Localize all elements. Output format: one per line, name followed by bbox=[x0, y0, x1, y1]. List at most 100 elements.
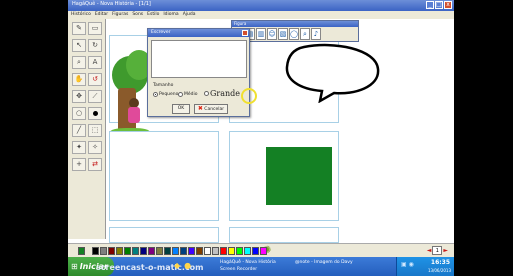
color-swatch[interactable] bbox=[204, 247, 211, 255]
cancel-x-icon: ✖ bbox=[197, 105, 203, 112]
flip-tool-icon[interactable]: ⇄ bbox=[88, 158, 102, 171]
menu-idioma[interactable]: Idioma bbox=[163, 11, 178, 19]
menu-historico[interactable]: Histórico bbox=[71, 11, 91, 19]
write-dialog: Escrever Tamanho Pequeno Médio Grande OK… bbox=[147, 28, 257, 117]
size-radio-large[interactable]: Grande bbox=[204, 89, 240, 98]
task-label: @note - Imagem do Davy bbox=[295, 260, 353, 265]
color-swatch[interactable] bbox=[188, 247, 195, 255]
menu-figuras[interactable]: Figuras bbox=[112, 11, 128, 19]
color-swatch[interactable] bbox=[220, 247, 227, 255]
title-bar: HagáQuê - Nova História - [1/1] _ □ x bbox=[68, 0, 454, 11]
balloon-tool-icon[interactable]: ✋ bbox=[72, 73, 86, 86]
color-swatch[interactable] bbox=[212, 247, 219, 255]
comic-panel[interactable] bbox=[229, 227, 339, 243]
page-number-input[interactable]: 1 bbox=[432, 246, 443, 255]
line-tool-icon[interactable]: ╱ bbox=[72, 124, 86, 137]
folder-icon[interactable]: ◆ bbox=[174, 261, 180, 270]
next-page-icon[interactable]: ► bbox=[443, 247, 448, 254]
window-title: HagáQuê - Nova História - [1/1] bbox=[72, 1, 151, 7]
color-swatch[interactable] bbox=[148, 247, 155, 255]
color-swatch[interactable] bbox=[132, 247, 139, 255]
color-swatch[interactable] bbox=[252, 247, 259, 255]
task-label: HagáQuê - Nova História bbox=[220, 260, 276, 265]
dialog-title-text: Escrever bbox=[151, 30, 171, 35]
size-radio-small[interactable]: Pequeno bbox=[153, 92, 178, 97]
color-swatch[interactable] bbox=[116, 247, 123, 255]
color-swatch[interactable] bbox=[164, 247, 171, 255]
arrow-tool-icon[interactable]: ↖ bbox=[72, 39, 86, 52]
character-icon[interactable]: ☺ bbox=[267, 28, 277, 40]
color-swatch[interactable] bbox=[180, 247, 187, 255]
maximize-button[interactable]: □ bbox=[435, 1, 443, 9]
color-swatch[interactable] bbox=[244, 247, 251, 255]
window-controls: _ □ x bbox=[426, 1, 452, 9]
previous-page-icon[interactable]: ◄ bbox=[427, 247, 432, 254]
dialog-text-input[interactable] bbox=[151, 40, 247, 78]
color-swatch[interactable] bbox=[140, 247, 147, 255]
object-icon[interactable]: ▧ bbox=[278, 28, 288, 40]
color-swatch[interactable] bbox=[196, 247, 203, 255]
eraser-tool-icon[interactable]: ▭ bbox=[88, 22, 102, 35]
rotate-tool-icon[interactable]: ↻ bbox=[88, 39, 102, 52]
network-icon[interactable]: ▣ bbox=[401, 261, 407, 268]
windows-flag-icon: ⊞ bbox=[71, 262, 78, 271]
select-tool-icon[interactable]: ⬚ bbox=[88, 124, 102, 137]
menu-sons[interactable]: Sons bbox=[132, 11, 143, 19]
text-tool-icon[interactable]: A bbox=[88, 56, 102, 69]
balloon-icon[interactable]: ◯ bbox=[289, 28, 299, 40]
menu-estilo[interactable]: Estilo bbox=[147, 11, 159, 19]
comic-panel[interactable] bbox=[109, 227, 219, 243]
color-swatch[interactable] bbox=[172, 247, 179, 255]
cancel-label: Cancelar bbox=[204, 107, 225, 112]
click-highlight-ring bbox=[241, 88, 257, 104]
lens-icon[interactable]: ⌕ bbox=[300, 28, 310, 40]
browser-icon[interactable]: ● bbox=[184, 261, 191, 270]
close-button[interactable]: x bbox=[444, 1, 452, 9]
cancel-button[interactable]: ✖ Cancelar bbox=[194, 104, 228, 114]
radio-circle[interactable] bbox=[204, 91, 209, 96]
picker-tool-icon[interactable]: ✦ bbox=[72, 141, 86, 154]
color-swatch[interactable] bbox=[236, 247, 243, 255]
scene-icon[interactable]: ▥ bbox=[256, 28, 266, 40]
radio-circle[interactable] bbox=[178, 92, 183, 97]
circle-tool-icon[interactable]: ○ bbox=[72, 107, 86, 120]
menu-bar: Histórico Editar Figuras Sons Estilo Idi… bbox=[68, 11, 454, 19]
menu-editar[interactable]: Editar bbox=[95, 11, 108, 19]
current-color-swatch[interactable] bbox=[78, 247, 85, 255]
comic-panel[interactable] bbox=[109, 131, 219, 221]
green-rectangle[interactable] bbox=[266, 147, 332, 205]
color-swatch[interactable] bbox=[108, 247, 115, 255]
brush-tool-icon[interactable]: ⟋ bbox=[88, 90, 102, 103]
menu-ajuda[interactable]: Ajuda bbox=[183, 11, 196, 19]
color-swatch[interactable] bbox=[156, 247, 163, 255]
radio-label: Pequeno bbox=[159, 92, 179, 97]
move-tool-icon[interactable]: ✥ bbox=[72, 90, 86, 103]
fill-tool-icon[interactable] bbox=[88, 107, 102, 120]
tool-panel: ✎ ▭ ↖ ↻ ⌕ A ✋ ↺ ✥ ⟋ ○ ╱ ⬚ ✦ ✧ + ⇄ bbox=[68, 19, 106, 239]
girl-figure-body bbox=[128, 107, 140, 123]
minimize-button[interactable]: _ bbox=[426, 1, 434, 9]
ok-button[interactable]: OK bbox=[172, 104, 190, 114]
size-label: Tamanho bbox=[153, 83, 174, 88]
size-radio-medium[interactable]: Médio bbox=[178, 92, 198, 97]
color-swatch[interactable] bbox=[228, 247, 235, 255]
volume-icon[interactable]: ◉ bbox=[409, 261, 414, 268]
color-swatch[interactable] bbox=[100, 247, 107, 255]
task-image[interactable]: @note - Imagem do Davy bbox=[293, 259, 363, 274]
add-panel-tool-icon[interactable]: + bbox=[72, 158, 86, 171]
pencil-tool-icon[interactable]: ✎ bbox=[72, 22, 86, 35]
task-hagaque[interactable]: HagáQuê - Nova História Screen Recorder bbox=[218, 259, 290, 274]
dialog-close-button[interactable] bbox=[242, 30, 248, 36]
color-swatch[interactable] bbox=[92, 247, 99, 255]
sound-icon[interactable]: ♪ bbox=[311, 28, 321, 40]
system-tray: ▣ ◉ 16:35 13/06/2013 bbox=[396, 257, 454, 276]
page-navigation: ◄ 1 ► bbox=[427, 246, 448, 255]
date: 13/06/2013 bbox=[427, 268, 451, 273]
stamp-tool-icon[interactable]: ✧ bbox=[88, 141, 102, 154]
zoom-tool-icon[interactable]: ⌕ bbox=[72, 56, 86, 69]
speech-balloon[interactable] bbox=[284, 43, 380, 103]
undo-tool-icon[interactable]: ↺ bbox=[88, 73, 102, 86]
color-swatch[interactable] bbox=[260, 247, 267, 255]
color-swatch[interactable] bbox=[124, 247, 131, 255]
radio-circle[interactable] bbox=[153, 92, 158, 97]
